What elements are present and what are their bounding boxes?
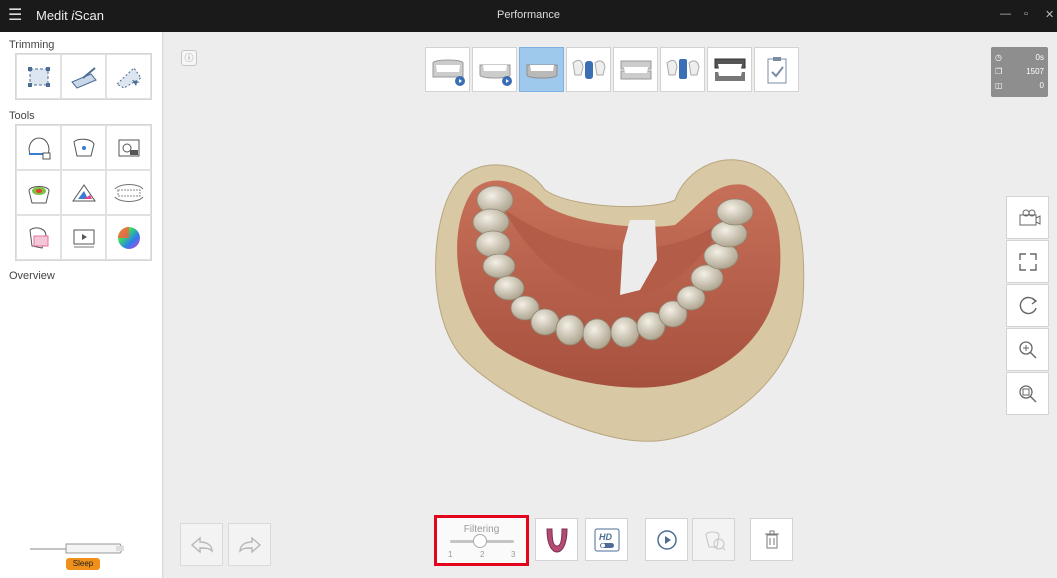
capture-icon[interactable] xyxy=(106,125,151,170)
window-title: Performance xyxy=(497,9,560,21)
video-icon[interactable] xyxy=(61,215,106,260)
minimize-icon[interactable]: — xyxy=(1000,8,1011,20)
undo-button[interactable] xyxy=(180,523,223,566)
info-icon[interactable]: ⓘ xyxy=(181,50,197,66)
close-icon[interactable]: ✕ xyxy=(1045,8,1054,21)
stage-occlusion[interactable] xyxy=(613,47,658,92)
filtering-slider-knob[interactable] xyxy=(473,534,487,548)
trim-select-icon[interactable] xyxy=(16,54,61,99)
lock-margin-icon[interactable] xyxy=(16,125,61,170)
bite-align-icon[interactable] xyxy=(106,170,151,215)
rotate-icon[interactable] xyxy=(1006,284,1049,327)
trim-lasso-icon[interactable] xyxy=(106,54,151,99)
scan-stats-panel: ◷ 0s ❐ 1507 ◫ 0 xyxy=(991,47,1048,97)
checklist-icon[interactable] xyxy=(754,47,799,92)
play-scan-button[interactable] xyxy=(645,518,688,561)
trash-icon xyxy=(764,530,779,548)
scanner-status-badge: Sleep xyxy=(66,558,100,570)
right-toolbar xyxy=(1006,196,1049,416)
zoom-in-icon[interactable] xyxy=(1006,328,1049,371)
stat-count: 0 xyxy=(1039,80,1044,90)
camera-view-icon[interactable] xyxy=(1006,196,1049,239)
dental-scan-model[interactable] xyxy=(425,150,805,458)
stage-maxilla[interactable] xyxy=(425,47,470,92)
stat-time: 0s xyxy=(1035,52,1044,62)
arch-icon xyxy=(545,528,568,553)
stage-mandible[interactable] xyxy=(472,47,517,92)
section-overview: Overview xyxy=(9,270,55,282)
redo-button[interactable] xyxy=(228,523,271,566)
frames-icon: ❐ xyxy=(995,66,1003,76)
maximize-icon[interactable]: ▫ xyxy=(1024,8,1028,20)
hd-mode-button[interactable]: HD xyxy=(585,518,628,561)
filter-tick-1: 1 xyxy=(448,550,453,559)
stage-bite[interactable] xyxy=(707,47,752,92)
scan-stage-bar xyxy=(425,47,799,92)
mark-area-icon[interactable] xyxy=(16,215,61,260)
occlusion-icon[interactable] xyxy=(61,170,106,215)
heatmap-icon[interactable] xyxy=(16,170,61,215)
left-sidebar: Trimming Tools Overview Sleep xyxy=(0,32,163,578)
zoom-fit-icon[interactable] xyxy=(1006,372,1049,415)
tools-grid xyxy=(15,124,152,261)
timer-icon: ◷ xyxy=(995,52,1002,62)
fit-view-icon[interactable] xyxy=(1006,240,1049,283)
arch-mode-button[interactable] xyxy=(535,518,578,561)
stat-frames: 1507 xyxy=(1026,66,1044,76)
stage-abutment[interactable] xyxy=(566,47,611,92)
delete-button[interactable] xyxy=(750,518,793,561)
ai-scan-button[interactable] xyxy=(692,518,735,561)
arch-lock-icon[interactable] xyxy=(61,125,106,170)
color-sphere-icon[interactable] xyxy=(106,215,151,260)
filter-tick-3: 3 xyxy=(511,550,516,559)
stage-scanbody[interactable] xyxy=(660,47,705,92)
section-trimming: Trimming xyxy=(9,39,55,51)
section-tools: Tools xyxy=(9,110,35,122)
hd-label: HD xyxy=(599,532,612,542)
filtering-slider-panel: Filtering 1 2 3 xyxy=(434,515,529,566)
filter-tick-2: 2 xyxy=(480,550,485,559)
ai-tooth-icon xyxy=(704,531,725,550)
play-icon xyxy=(656,529,677,550)
trim-brush-icon[interactable] xyxy=(61,54,106,99)
title-bar: ☰ Medit iScan Performance — ▫ ✕ xyxy=(0,0,1057,32)
shots-icon: ◫ xyxy=(995,80,1003,90)
stage-mandible-active[interactable] xyxy=(519,47,564,92)
trimming-grid xyxy=(15,53,152,100)
